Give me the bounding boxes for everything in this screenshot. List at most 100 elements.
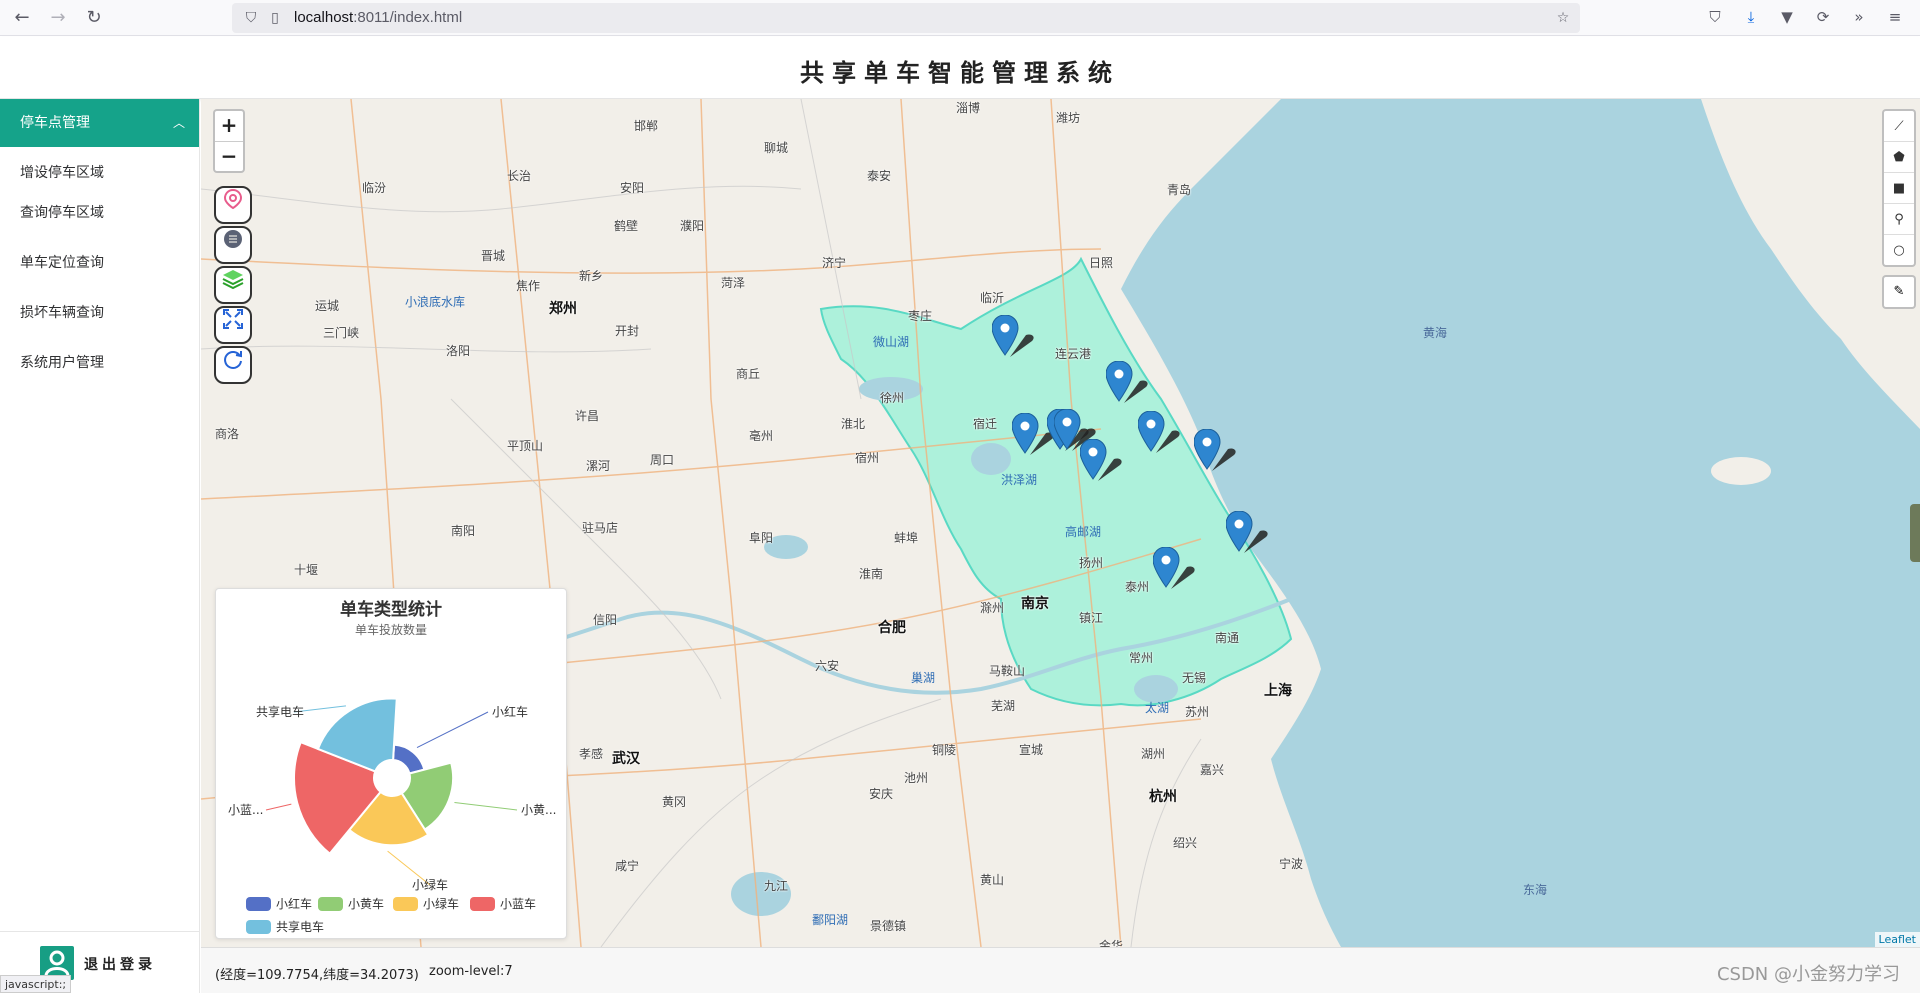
menu-icon[interactable]: ≡ — [1884, 6, 1906, 28]
bike-marker-icon[interactable] — [1011, 412, 1054, 455]
sidebar-item-users[interactable]: 系统用户管理 — [0, 343, 199, 383]
map-label-linyi: 临沂 — [980, 291, 1005, 305]
bike-marker-icon[interactable] — [1079, 438, 1122, 481]
map-label-liaocheng: 聊城 — [764, 141, 789, 155]
sidebar: 停车点管理 ︿ 增设停车区域 查询停车区域 单车定位查询 损坏车辆查询 系统用户… — [0, 99, 200, 993]
map-label-xuchang: 许昌 — [575, 409, 600, 423]
map-label-zibo: 淄博 — [956, 101, 981, 115]
legend-swatch — [318, 896, 343, 911]
status-link-text: javascript:; — [0, 975, 72, 993]
circle-icon: ○ — [1893, 243, 1905, 258]
map-label-jinhua: 金华 — [1099, 939, 1124, 947]
address-bar[interactable]: ⛉ ▯ localhost:8011/index.html ☆ — [232, 3, 1580, 33]
extension-icon[interactable]: ▼ — [1776, 6, 1798, 28]
slice-label: 小蓝... — [228, 803, 263, 817]
fullscreen-button[interactable] — [214, 306, 252, 344]
map-attribution[interactable]: Leaflet — [1874, 932, 1920, 947]
map-label-nantong: 南通 — [1215, 631, 1240, 645]
map-label-wuhu: 芜湖 — [991, 699, 1016, 713]
bike-marker-icon[interactable] — [1225, 510, 1268, 553]
sync-icon[interactable]: ⟳ — [1812, 6, 1834, 28]
draw-rectangle-button[interactable]: ■ — [1884, 173, 1914, 204]
map-label-poyanghu: 鄱阳湖 — [812, 913, 849, 927]
draw-circle-button[interactable]: ○ — [1884, 235, 1914, 266]
locate-button[interactable] — [214, 186, 252, 224]
zoom-level-readout: zoom-level:7 — [429, 964, 513, 979]
legend-label: 小绿车 — [423, 897, 460, 911]
basemap-toggle-button[interactable] — [214, 226, 252, 264]
map-label-sanmenxia: 三门峡 — [323, 326, 360, 340]
draw-marker-button[interactable]: ⚲ — [1884, 204, 1914, 235]
map-label-shanghai: 上海 — [1264, 683, 1292, 699]
pocket-icon[interactable]: ⛉ — [1704, 6, 1726, 28]
watermark-text: CSDN @小金努力学习 — [1716, 964, 1900, 985]
map-label-taian: 泰安 — [867, 169, 892, 183]
shield-icon[interactable]: ⛉ — [242, 9, 260, 27]
sidebar-item-damaged-bikes[interactable]: 损坏车辆查询 — [0, 293, 199, 333]
slice-label: 小绿车 — [412, 877, 448, 892]
map-label-hefei: 合肥 — [878, 620, 906, 636]
bike-marker-icon[interactable] — [1105, 360, 1148, 403]
map-label-jincheng: 晋城 — [481, 249, 506, 263]
slice-label: 小黄... — [521, 803, 556, 817]
overflow-icon[interactable]: » — [1848, 6, 1870, 28]
map-label-qingdao: 青岛 — [1167, 183, 1192, 197]
slice-leader-line — [416, 711, 489, 749]
refresh-icon — [222, 351, 244, 375]
forward-icon[interactable]: → — [46, 6, 70, 30]
legend-item[interactable]: 小红车 — [246, 895, 312, 912]
draw-polyline-button[interactable]: ⟋ — [1884, 111, 1914, 142]
sidebar-item-bike-location[interactable]: 单车定位查询 — [0, 243, 199, 283]
map-label-changzhi: 长治 — [507, 169, 532, 183]
legend-item[interactable]: 小黄车 — [318, 895, 384, 912]
bike-marker-icon[interactable] — [1152, 546, 1195, 589]
page-title: 共享单车智能管理系统 — [800, 59, 1120, 87]
rose-slice-0[interactable] — [392, 743, 426, 775]
side-handle[interactable] — [1910, 504, 1920, 562]
url-path: :8011/index.html — [353, 9, 463, 26]
legend-item[interactable]: 共享电车 — [246, 918, 324, 935]
zoom-in-button[interactable]: + — [215, 111, 243, 141]
chart-subtitle: 单车投放数量 — [354, 623, 427, 637]
coordinate-readout: (经度=109.7754,纬度=34.2073) — [215, 968, 419, 983]
map-label-suzhou: 苏州 — [1185, 705, 1210, 719]
bike-marker-icon[interactable] — [1053, 408, 1096, 451]
bike-marker-icon[interactable] — [1137, 410, 1180, 453]
reload-icon[interactable]: ↻ — [82, 6, 106, 30]
rose-chart: 小红车小黄... 小绿车 小蓝... 共享电车 — [228, 697, 556, 892]
map-label-zhenjiang: 镇江 — [1079, 611, 1104, 625]
layers-button[interactable] — [214, 266, 252, 304]
map-label-lianyungang: 连云港 — [1055, 347, 1092, 361]
map-label-xuancheng: 宣城 — [1019, 743, 1044, 757]
sidebar-item-query-parking[interactable]: 查询停车区域 — [0, 193, 199, 233]
url-text[interactable]: localhost:8011/index.html — [294, 9, 462, 26]
legend-label: 小红车 — [276, 897, 313, 911]
map-label-jiaozuo: 焦作 — [516, 279, 541, 293]
map-label-gaoyouhu: 高邮湖 — [1065, 525, 1102, 539]
legend-item[interactable]: 小绿车 — [393, 895, 459, 912]
page-icon[interactable]: ▯ — [266, 9, 284, 27]
circle-menu-icon — [222, 230, 244, 255]
download-icon[interactable]: ⤓ — [1740, 6, 1762, 28]
menu-group-parking[interactable]: 停车点管理 ︿ — [0, 99, 199, 147]
legend-label: 小蓝车 — [500, 897, 537, 911]
map-label-xiaogan: 孝感 — [579, 747, 604, 761]
zoom-out-button[interactable]: − — [215, 141, 243, 171]
map-label-changzhou: 常州 — [1129, 651, 1154, 665]
map-label-jiaxing: 嘉兴 — [1200, 763, 1225, 777]
legend-item[interactable]: 小蓝车 — [470, 895, 536, 912]
url-host: localhost — [294, 9, 354, 26]
bike-marker-icon[interactable] — [991, 314, 1034, 357]
edit-layers-button[interactable]: ✎ — [1882, 275, 1916, 309]
polygon-icon: ⬟ — [1893, 150, 1905, 165]
chevron-up-icon: ︿ — [172, 116, 185, 130]
map-label-yuncheng: 运城 — [315, 299, 340, 313]
refresh-map-button[interactable] — [214, 346, 252, 384]
map-label-ningbo: 宁波 — [1279, 857, 1304, 871]
sidebar-item-add-parking[interactable]: 增设停车区域 — [0, 153, 199, 193]
back-icon[interactable]: ← — [10, 6, 34, 30]
slice-leader-line — [265, 803, 292, 811]
draw-polygon-button[interactable]: ⬟ — [1884, 142, 1914, 173]
bike-marker-icon[interactable] — [1193, 428, 1236, 471]
bookmark-star-icon[interactable]: ☆ — [1554, 9, 1572, 27]
